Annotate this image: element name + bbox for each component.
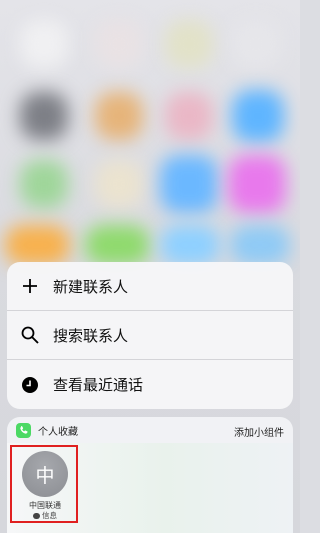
plus-icon [20,276,40,296]
menu-item-label: 查看最近通话 [53,376,144,394]
menu-item-new-contact[interactable]: 新建联系人 [7,262,293,311]
menu-item-search-contact[interactable]: 搜索联系人 [7,311,293,360]
widget-header: 个人收藏 添加小组件 [7,417,293,443]
phone-icon [16,422,31,438]
highlight-box [10,445,78,523]
search-icon [20,325,40,345]
add-widget-button[interactable]: 添加小组件 [234,424,284,439]
menu-item-recent-calls[interactable]: 查看最近通话 [7,360,293,409]
menu-item-label: 搜索联系人 [53,326,129,345]
clock-icon [20,375,40,395]
widget-title: 个人收藏 [38,426,78,438]
quick-action-menu: 新建联系人 搜索联系人 查看最近通话 [7,262,293,409]
menu-item-label: 新建联系人 [53,277,129,296]
